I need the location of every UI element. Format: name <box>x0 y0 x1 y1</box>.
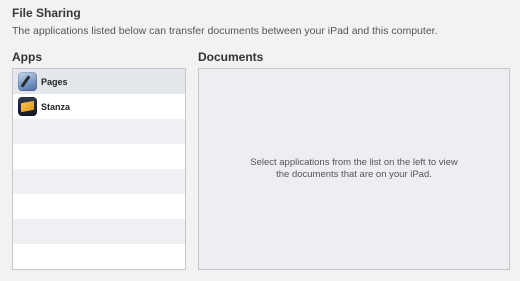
empty-list-row <box>13 194 185 219</box>
file-sharing-description: The applications listed below can transf… <box>12 25 438 37</box>
empty-list-row <box>13 119 185 144</box>
empty-list-row <box>13 219 185 244</box>
app-item-pages[interactable]: Pages <box>13 69 185 94</box>
documents-empty-message: Select applications from the list on the… <box>250 157 458 180</box>
app-item-label: Pages <box>41 76 68 87</box>
empty-list-row <box>13 244 185 269</box>
file-sharing-pane: File Sharing The applications listed bel… <box>0 0 520 281</box>
file-sharing-title: File Sharing <box>12 6 81 20</box>
apps-header: Apps <box>12 50 42 64</box>
app-item-label: Stanza <box>41 101 71 112</box>
app-item-stanza[interactable]: Stanza <box>13 94 185 119</box>
stanza-app-icon <box>18 97 37 116</box>
pages-app-icon <box>18 72 37 91</box>
documents-panel[interactable]: Select applications from the list on the… <box>198 68 510 270</box>
documents-header: Documents <box>198 50 264 64</box>
empty-list-row <box>13 169 185 194</box>
apps-list[interactable]: Pages Stanza <box>12 68 186 270</box>
empty-list-row <box>13 144 185 169</box>
